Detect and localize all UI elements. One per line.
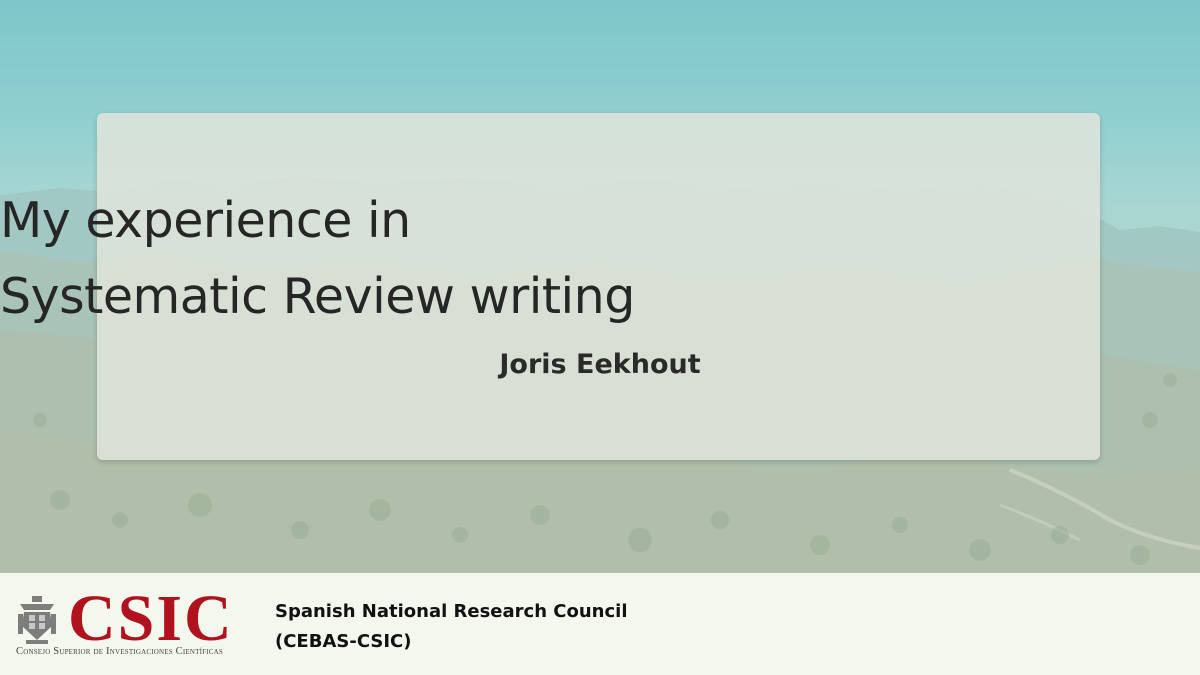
organization-name: Spanish National Research Council [275,601,628,622]
csic-logo-text: CSIC [68,582,234,655]
csic-emblem-icon [18,596,56,644]
slide-title-line-2: Systematic Review writing [0,268,635,325]
slide-title-line-1: My experience in [0,192,411,249]
slide-author: Joris Eekhout [499,349,701,380]
presentation-slide: My experience in Systematic Review writi… [0,0,1200,675]
csic-logo-subtitle: Consejo Superior de Investigaciones Cien… [16,646,223,657]
organization-abbreviation: (CEBAS-CSIC) [275,631,412,652]
